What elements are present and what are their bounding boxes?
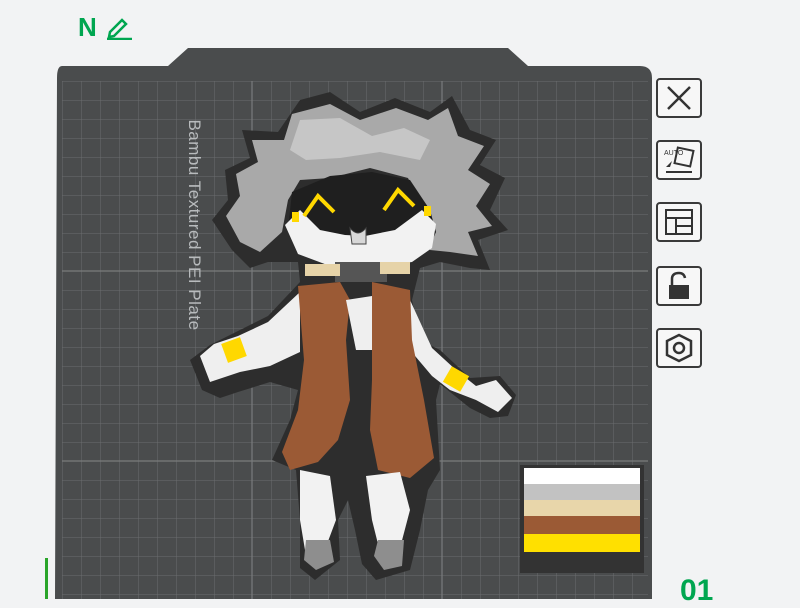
- close-plate-icon: [667, 86, 691, 110]
- svg-text:AUTO: AUTO: [664, 150, 684, 157]
- close-plate-button[interactable]: [656, 78, 702, 118]
- plate-settings-button[interactable]: [656, 328, 702, 368]
- plate-type-label: Bambu Textured PEI Plate: [185, 119, 204, 331]
- lock-icon: [669, 271, 689, 299]
- arrange-icon: [665, 209, 693, 235]
- arrange-button[interactable]: [656, 202, 702, 242]
- plate-settings-icon: [665, 333, 693, 363]
- auto-orient-icon: AUTO: [664, 146, 695, 173]
- plate-number: 01: [680, 574, 714, 607]
- auto-orient-button[interactable]: AUTO: [656, 140, 702, 180]
- z-axis-indicator: [45, 558, 48, 599]
- lock-plate-button[interactable]: [656, 266, 702, 306]
